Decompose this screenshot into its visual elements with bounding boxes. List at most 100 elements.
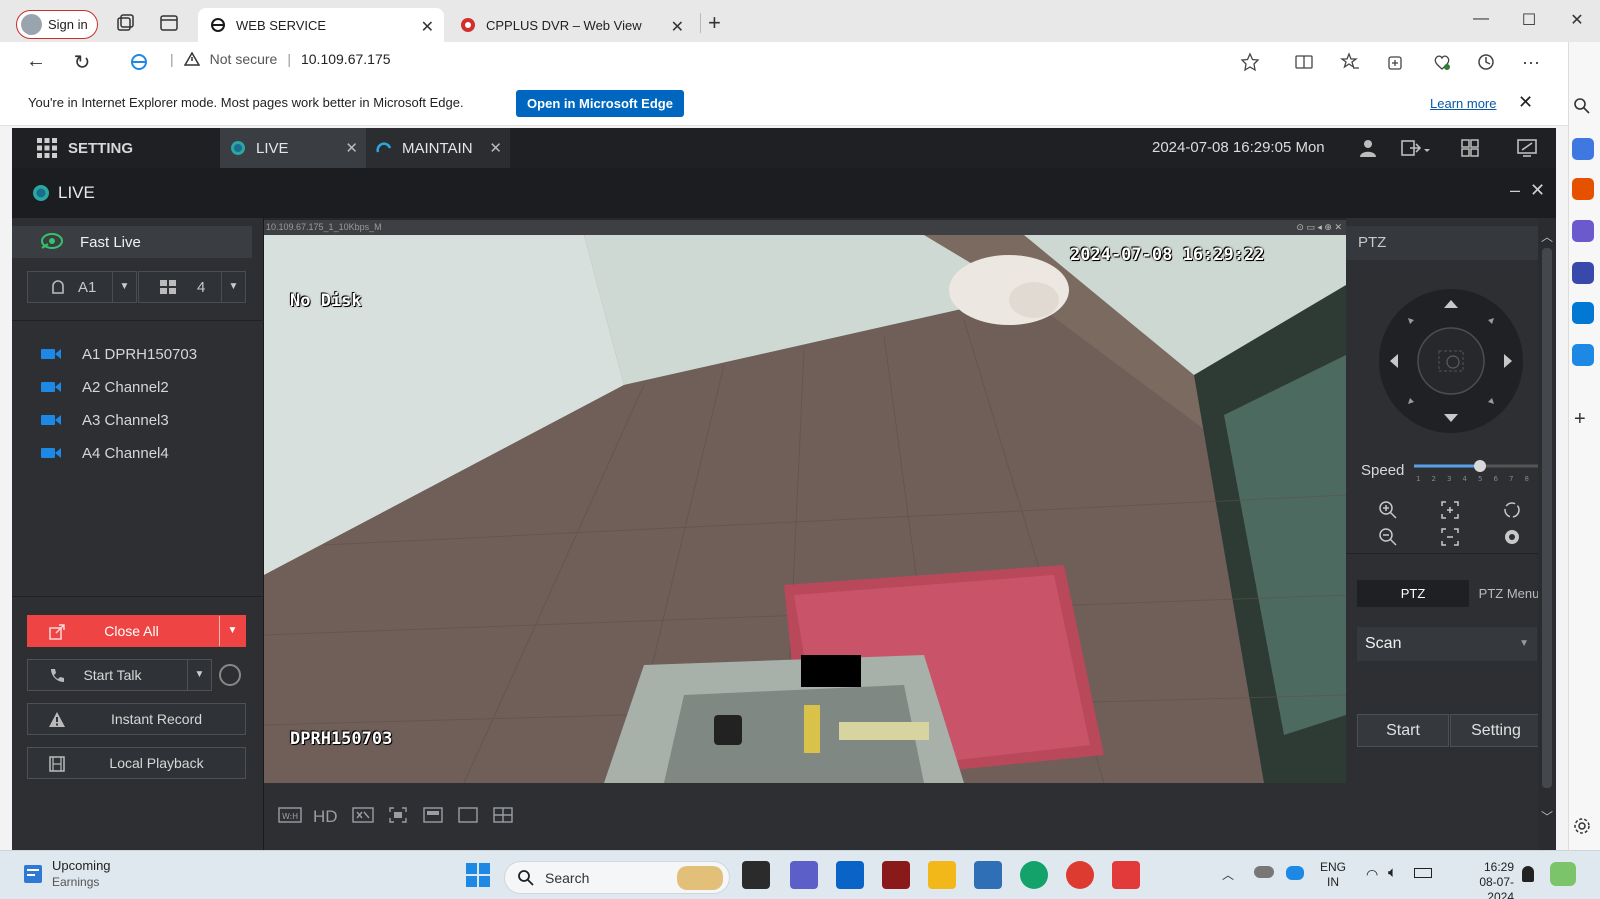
channel-item-a4[interactable]: A4 Channel4 bbox=[40, 439, 169, 467]
favorite-star-icon[interactable] bbox=[1240, 52, 1262, 74]
teams-icon[interactable] bbox=[790, 861, 818, 889]
browser-tab-web-service[interactable]: WEB SERVICE ✕ bbox=[198, 8, 444, 42]
volume-icon[interactable]: 🔈︎ bbox=[1388, 864, 1397, 881]
collections-icon[interactable] bbox=[1386, 52, 1408, 74]
scroll-up-icon[interactable]: ︿ bbox=[1541, 228, 1553, 245]
close-tab-icon[interactable]: ✕ bbox=[671, 17, 684, 37]
battery-icon[interactable] bbox=[1414, 868, 1432, 878]
tab-live[interactable]: LIVE ✕ bbox=[220, 128, 366, 168]
sidebar-tools-icon[interactable] bbox=[1572, 178, 1594, 200]
chevron-down-icon[interactable]: ▼ bbox=[112, 272, 136, 302]
browser-essentials-icon[interactable] bbox=[1432, 52, 1454, 74]
ptz-direction-pad[interactable] bbox=[1378, 288, 1524, 434]
live-video-feed[interactable]: 2024-07-08 16:29:22 No Disk DPRH150703 bbox=[264, 235, 1346, 783]
chevron-down-icon[interactable]: ▼ bbox=[219, 616, 245, 646]
layout-select[interactable]: 4 ▼ bbox=[138, 271, 246, 303]
minimize-panel-icon[interactable]: – bbox=[1510, 180, 1520, 201]
performance-icon[interactable] bbox=[1476, 52, 1498, 74]
local-playback-button[interactable]: Local Playback bbox=[27, 747, 246, 779]
speed-slider[interactable]: 1 2 3 4 5 6 7 8 bbox=[1414, 460, 1538, 484]
tab-maintain[interactable]: MAINTAIN ✕ bbox=[366, 128, 510, 168]
sidebar-drop-icon[interactable] bbox=[1572, 344, 1594, 366]
channel-item-a2[interactable]: A2 Channel2 bbox=[40, 373, 169, 401]
close-all-button[interactable]: Close All ▼ bbox=[27, 615, 246, 647]
scroll-down-icon[interactable]: ﹀ bbox=[1541, 808, 1553, 825]
browser-tab-cpplus[interactable]: CPPLUS DVR – Web View ✕ bbox=[448, 8, 694, 42]
cloud-sync-icon[interactable] bbox=[1286, 866, 1304, 880]
language-indicator[interactable]: ENG IN bbox=[1320, 860, 1346, 890]
ie-bar-close-icon[interactable]: ✕ bbox=[1518, 92, 1533, 113]
focus-far-icon[interactable] bbox=[1440, 527, 1460, 547]
sidebar-outlook-icon[interactable] bbox=[1572, 302, 1594, 324]
close-live-tab-icon[interactable]: ✕ bbox=[345, 139, 358, 157]
sidebar-add-icon[interactable]: + bbox=[1574, 408, 1586, 431]
edge-icon[interactable] bbox=[1020, 861, 1048, 889]
workspaces-icon[interactable] bbox=[114, 12, 138, 36]
monitor-icon[interactable] bbox=[1516, 138, 1538, 158]
minimize-icon[interactable]: — bbox=[1458, 10, 1504, 34]
app-icon[interactable] bbox=[882, 861, 910, 889]
tab-ptz[interactable]: PTZ bbox=[1357, 580, 1469, 607]
sidebar-games-icon[interactable] bbox=[1572, 220, 1594, 242]
tab-ptz-menu[interactable]: PTZ Menu bbox=[1469, 580, 1549, 607]
taskbar-widget[interactable]: Upcoming Earnings bbox=[22, 858, 122, 894]
maximize-icon[interactable]: ☐ bbox=[1506, 10, 1552, 34]
scroll-thumb[interactable] bbox=[1542, 248, 1552, 788]
copilot-taskbar-icon[interactable] bbox=[1550, 862, 1576, 886]
sidebar-settings-icon[interactable] bbox=[1572, 816, 1592, 836]
iris-open-icon[interactable] bbox=[1502, 500, 1522, 520]
sidebar-shopping-icon[interactable] bbox=[1572, 138, 1594, 160]
hd-button[interactable]: HD bbox=[313, 807, 338, 827]
chevron-down-icon[interactable]: ▼ bbox=[187, 660, 211, 690]
store-icon[interactable] bbox=[974, 861, 1002, 889]
iris-close-icon[interactable] bbox=[1502, 527, 1522, 547]
ptz-start-button[interactable]: Start bbox=[1357, 714, 1449, 747]
stream-switch-icon[interactable] bbox=[352, 806, 374, 826]
favorites-icon[interactable] bbox=[1340, 52, 1362, 74]
tab-actions-icon[interactable] bbox=[158, 12, 182, 36]
chevron-down-icon[interactable]: ▼ bbox=[1519, 627, 1529, 661]
sign-in-button[interactable]: Sign in bbox=[16, 10, 98, 39]
sidebar-m365-icon[interactable] bbox=[1572, 262, 1594, 284]
split-screen-icon[interactable] bbox=[1294, 52, 1316, 74]
task-view-icon[interactable] bbox=[742, 861, 770, 889]
zoom-out-icon[interactable] bbox=[1378, 527, 1398, 547]
channel-item-a3[interactable]: A3 Channel3 bbox=[40, 406, 169, 434]
url-field[interactable]: | Not secure | 10.109.67.175 bbox=[170, 51, 391, 67]
file-explorer-icon[interactable] bbox=[928, 861, 956, 889]
learn-more-link[interactable]: Learn more bbox=[1430, 96, 1496, 111]
refresh-icon[interactable]: ↻ bbox=[70, 50, 94, 74]
focus-near-icon[interactable] bbox=[1440, 500, 1460, 520]
instant-record-button[interactable]: Instant Record bbox=[27, 703, 246, 735]
four-split-icon[interactable] bbox=[493, 806, 513, 826]
chevron-down-icon[interactable]: ▼ bbox=[221, 272, 245, 302]
channel-item-a1[interactable]: A1 DPRH150703 bbox=[40, 340, 197, 368]
taskbar-search[interactable]: Search bbox=[504, 861, 730, 894]
close-tab-icon[interactable]: ✕ bbox=[421, 17, 434, 37]
onedrive-icon[interactable] bbox=[1254, 866, 1274, 878]
wifi-icon[interactable]: ◠ bbox=[1366, 866, 1378, 883]
talk-status-indicator[interactable] bbox=[219, 664, 241, 686]
window-view-icon[interactable] bbox=[458, 806, 478, 826]
ptz-mode-select[interactable]: Scan ▼ bbox=[1357, 627, 1537, 661]
notification-bell-icon[interactable] bbox=[1522, 866, 1534, 882]
clock[interactable]: 16:29 08-07-2024 bbox=[1454, 860, 1514, 899]
fullscreen-icon[interactable] bbox=[388, 806, 408, 826]
close-panel-icon[interactable]: ✕ bbox=[1530, 180, 1545, 201]
user-icon[interactable] bbox=[1358, 138, 1380, 158]
zoom-in-icon[interactable] bbox=[1378, 500, 1398, 520]
fast-live-header[interactable]: Fast Live bbox=[12, 226, 252, 258]
logout-icon[interactable] bbox=[1400, 138, 1430, 158]
chrome-icon[interactable] bbox=[1066, 861, 1094, 889]
ptz-scrollbar[interactable]: ︿ ﹀ bbox=[1538, 218, 1556, 850]
close-maintain-tab-icon[interactable]: ✕ bbox=[489, 139, 502, 157]
outlook-icon[interactable] bbox=[836, 861, 864, 889]
tab-setting[interactable]: SETTING bbox=[12, 128, 220, 168]
single-view-icon[interactable] bbox=[423, 806, 443, 826]
start-talk-button[interactable]: Start Talk ▼ bbox=[27, 659, 212, 691]
layout-grid-icon[interactable] bbox=[1460, 138, 1482, 158]
video-window-controls[interactable]: ⊙ ▭ ◂ ⊕ ✕ bbox=[1296, 220, 1342, 235]
tray-overflow-icon[interactable]: ︿ bbox=[1222, 866, 1234, 883]
anydesk-icon[interactable] bbox=[1112, 861, 1140, 889]
windows-start-icon[interactable] bbox=[464, 861, 492, 889]
